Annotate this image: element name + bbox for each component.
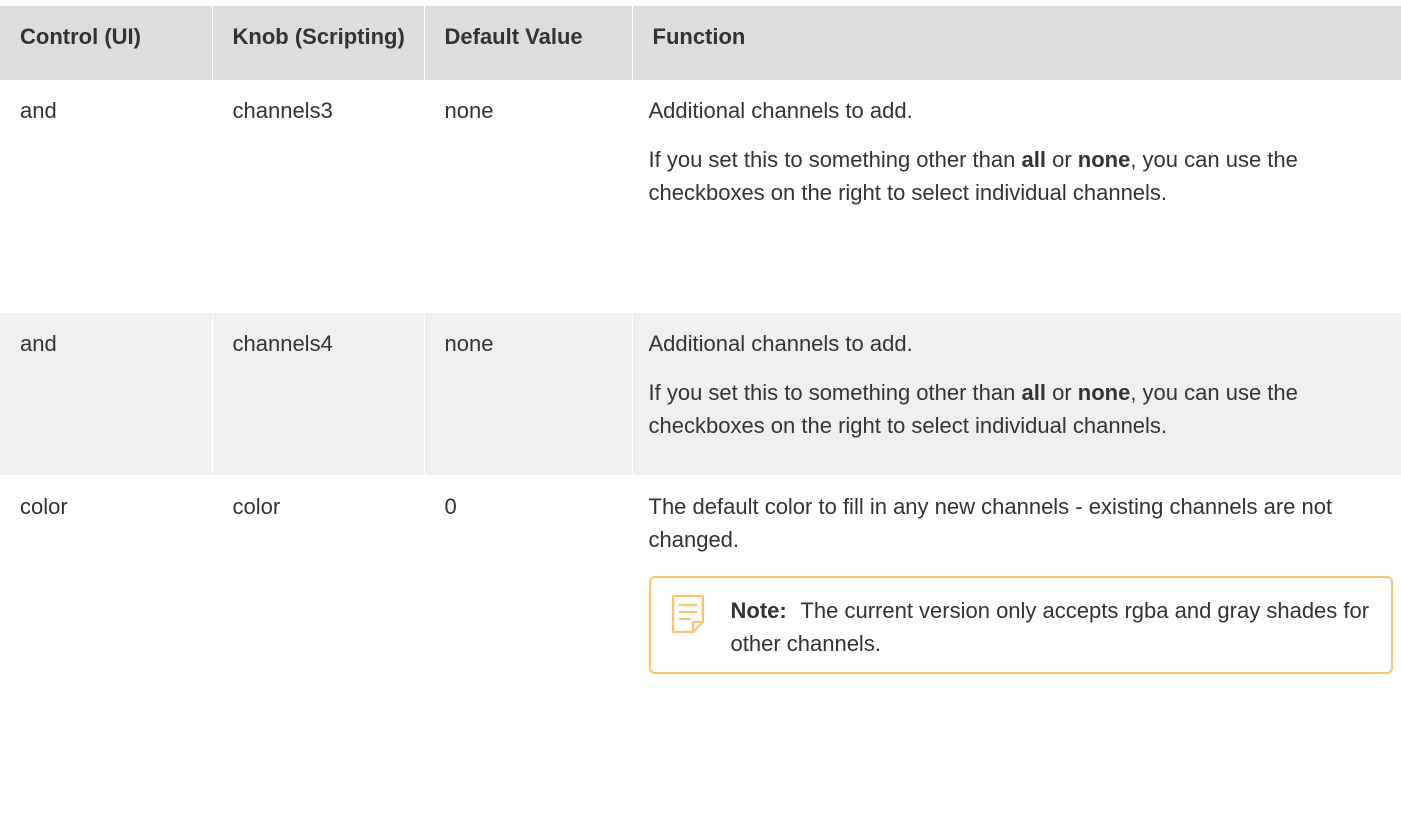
function-bold-term: none xyxy=(1077,379,1131,405)
cell-default: none xyxy=(424,80,633,313)
table-body: and channels3 none Additional channels t… xyxy=(0,80,1401,687)
note-text-block: Note: The current version only accepts r… xyxy=(731,594,1371,660)
cell-default: 0 xyxy=(424,475,633,687)
cell-control: color xyxy=(0,475,213,687)
knob-table: Control (UI) Knob (Scripting) Default Va… xyxy=(0,6,1401,687)
note-callout: Note: The current version only accepts r… xyxy=(648,575,1393,674)
cell-knob: color xyxy=(212,475,425,687)
function-paragraph: If you set this to something other than … xyxy=(649,143,1392,209)
note-text: The current version only accepts rgba an… xyxy=(730,597,1370,656)
function-paragraph: If you set this to something other than … xyxy=(649,376,1392,442)
cell-knob: channels3 xyxy=(212,80,425,313)
function-paragraph: Additional channels to add. xyxy=(648,98,913,123)
header-knob: Knob (Scripting) xyxy=(212,6,425,80)
cell-function: Additional channels to add. If you set t… xyxy=(632,312,1401,476)
note-label: Note: xyxy=(730,597,787,623)
cell-function: Additional channels to add. If you set t… xyxy=(632,80,1401,313)
function-paragraph: Additional channels to add. xyxy=(648,330,913,356)
function-paragraph: The default color to fill in any new cha… xyxy=(648,493,1333,552)
cell-function: The default color to fill in any new cha… xyxy=(632,475,1401,687)
function-text: or xyxy=(1045,379,1078,405)
function-text: If you set this to something other than xyxy=(648,379,1022,405)
cell-knob: channels4 xyxy=(212,312,425,476)
table-row: color color 0 The default color to fill … xyxy=(0,475,1401,687)
cell-default: none xyxy=(424,312,633,476)
cell-control: and xyxy=(0,312,213,476)
header-default: Default Value xyxy=(424,6,633,80)
header-control: Control (UI) xyxy=(0,6,213,80)
function-bold-term: all xyxy=(1021,147,1046,172)
header-function: Function xyxy=(632,6,1401,80)
cell-control: and xyxy=(0,80,213,313)
function-text: or xyxy=(1045,147,1078,172)
note-icon xyxy=(671,594,705,634)
table-row: and channels3 none Additional channels t… xyxy=(0,80,1401,313)
function-bold-term: none xyxy=(1077,147,1131,172)
function-text: If you set this to something other than xyxy=(648,147,1022,172)
table-row: and channels4 none Additional channels t… xyxy=(0,312,1401,476)
table-header: Control (UI) Knob (Scripting) Default Va… xyxy=(0,6,1401,80)
header-row: Control (UI) Knob (Scripting) Default Va… xyxy=(0,6,1401,80)
function-bold-term: all xyxy=(1021,379,1046,405)
